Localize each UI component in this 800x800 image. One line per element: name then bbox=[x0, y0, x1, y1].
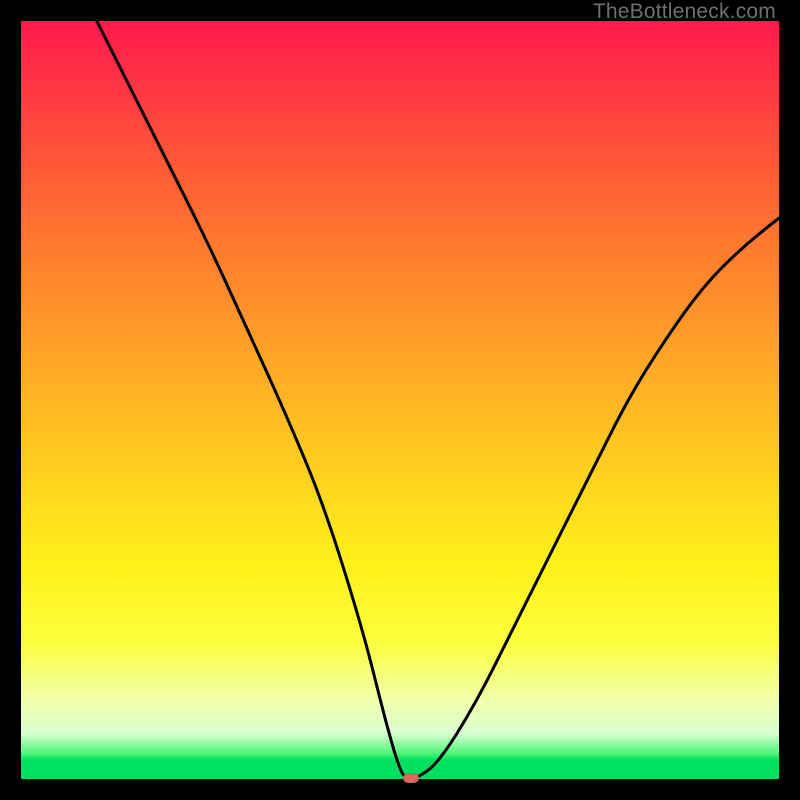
bottleneck-curve bbox=[21, 21, 779, 779]
curve-path bbox=[97, 21, 779, 779]
plot-area bbox=[21, 21, 779, 779]
chart-frame: TheBottleneck.com bbox=[0, 0, 800, 800]
optimum-marker bbox=[403, 773, 419, 783]
